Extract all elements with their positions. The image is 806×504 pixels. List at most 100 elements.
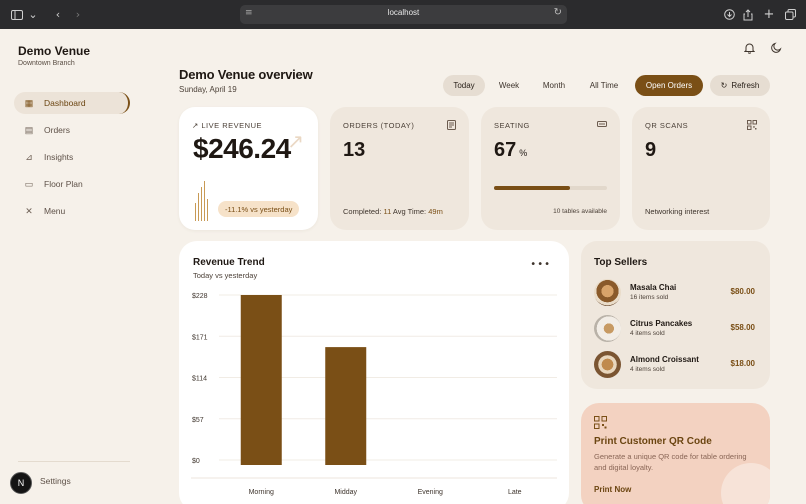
y-tick-label: $57 [192,417,204,424]
qr-code-icon [747,120,757,133]
revenue-bar [240,295,282,465]
print-qr-card: Print Customer QR Code Generate a unique… [581,403,770,504]
print-now-button[interactable]: Print Now [594,485,631,494]
x-tick-label: Late [508,489,522,496]
seating-progress-fill [494,186,570,190]
seller-price: $58.00 [730,323,755,332]
chevron-down-icon[interactable]: ⌄ [28,7,38,22]
filter-week[interactable]: Week [489,75,529,96]
almond-croissant-image [594,351,621,378]
branch-name: Downtown Branch [18,60,75,67]
browser-toolbar: ⌄ ‹ › ≡ localhost ↻ + [0,0,806,29]
orders-icon: ▤ [24,124,34,135]
dark-mode-icon[interactable] [771,42,782,56]
download-icon[interactable] [722,7,736,22]
orders-completed-value: 11 [383,207,392,216]
orders-avg-time: 49m [428,207,443,216]
y-tick-label: $228 [192,293,208,300]
insights-icon: ⊿ [25,151,33,162]
filter-all-time[interactable]: All Time [581,75,627,96]
receipt-icon [447,120,456,133]
sidebar-item-floor-plan[interactable]: ▭ Floor Plan [14,173,130,195]
seller-name: Almond Croissant [630,355,699,364]
address-bar[interactable]: ≡ localhost ↻ [240,5,567,24]
sidebar-item-menu[interactable]: ✕ Menu [14,200,130,222]
seating-unit: % [519,148,528,158]
sidebar-item-label: Insights [44,152,74,162]
print-qr-description: Generate a unique QR code for table orde… [594,452,747,472]
citrus-pancakes-image [594,315,621,342]
revenue-bar [325,347,367,465]
sidebar-item-label: Floor Plan [44,179,83,189]
seller-price: $80.00 [730,287,755,296]
seat-icon [597,120,607,131]
y-tick-label: $114 [192,376,207,383]
seller-item[interactable]: Almond Croissant 4 items sold $18.00 [594,351,757,379]
refresh-icon: ↻ [720,81,728,90]
orders-card: ORDERS (TODAY) 13 Completed: 11 Avg Time… [330,107,469,230]
revenue-delta-badge: -11.1% vs yesterday [218,201,300,217]
x-tick-label: Evening [418,489,443,496]
revenue-sparkline [193,179,211,221]
qr-scans-note: Networking interest [645,207,710,216]
top-sellers-title: Top Sellers [594,257,648,268]
settings-link[interactable]: Settings [40,476,71,486]
back-icon[interactable]: ‹ [52,7,64,22]
sidebar: Demo Venue Downtown Branch ▦ Dashboard ▤… [0,29,142,504]
y-tick-label: $0 [192,458,200,465]
page-title: Demo Venue overview [179,67,313,82]
tabs-overview-icon[interactable] [784,7,796,22]
sidebar-item-dashboard[interactable]: ▦ Dashboard [14,92,130,114]
seller-qty: 4 items sold [630,330,665,337]
menu-icon: ✕ [25,205,33,216]
seating-label: SEATING [494,121,530,130]
trend-up-icon: ↗ [192,121,199,130]
forward-icon[interactable]: › [72,7,84,22]
share-icon[interactable] [742,7,754,22]
live-revenue-value: $246.24 [193,133,291,164]
x-tick-label: Morning [249,489,274,496]
filter-month[interactable]: Month [533,75,575,96]
venue-name: Demo Venue [18,44,91,58]
bell-icon[interactable] [743,42,756,57]
seller-price: $18.00 [730,359,755,368]
qr-scans-value: 9 [645,139,657,161]
reload-icon[interactable]: ↻ [554,7,562,18]
url-text: localhost [387,8,420,17]
orders-footer: Completed: 11 Avg Time: 49m [343,207,443,216]
new-tab-icon[interactable]: + [763,7,775,22]
seller-item[interactable]: Citrus Pancakes 4 items sold $58.00 [594,315,757,343]
refresh-button[interactable]: ↻ Refresh [710,75,770,96]
sidebar-item-label: Dashboard [44,98,86,108]
tables-available: 10 tables available [553,208,607,215]
top-sellers-card: Top Sellers Masala Chai 16 items sold $8… [581,241,770,389]
avatar[interactable]: N [10,472,32,494]
print-qr-title: Print Customer QR Code [594,436,712,447]
live-revenue-label: ↗ LIVE REVENUE [192,121,262,130]
seller-qty: 4 items sold [630,366,665,373]
open-orders-button[interactable]: Open Orders [635,75,703,96]
sidebar-item-label: Menu [44,206,66,216]
floor-plan-icon: ▭ [24,178,34,189]
sidebar-item-insights[interactable]: ⊿ Insights [14,146,130,168]
seating-card: SEATING 67% 10 tables available [481,107,620,230]
live-revenue-card: ↗ LIVE REVENUE $246.24 ↗ -11.1% vs yeste… [179,107,318,230]
qr-scans-label: QR SCANS [645,121,689,130]
sidebar-divider [18,461,130,462]
seating-progress [494,186,607,190]
seating-value: 67% [494,139,528,161]
seller-name: Citrus Pancakes [630,319,693,328]
dashboard-icon: ▦ [24,97,34,108]
orders-label: ORDERS (TODAY) [343,121,415,130]
filter-today[interactable]: Today [443,75,485,96]
seller-item[interactable]: Masala Chai 16 items sold $80.00 [594,279,757,307]
masala-chai-image [594,279,621,306]
sidebar-item-label: Orders [44,125,70,135]
y-tick-label: $171 [192,334,208,341]
revenue-trend-card: Revenue Trend Today vs yesterday ••• $22… [179,241,569,504]
qr-code-icon [594,416,607,432]
seller-name: Masala Chai [630,283,677,292]
sidebar-toggle-icon[interactable] [10,7,24,22]
sidebar-item-orders[interactable]: ▤ Orders [14,119,130,141]
revenue-trend-chart: $228 $171 $114 $57 $0 Morning Midday Evening Lat… [191,293,557,496]
